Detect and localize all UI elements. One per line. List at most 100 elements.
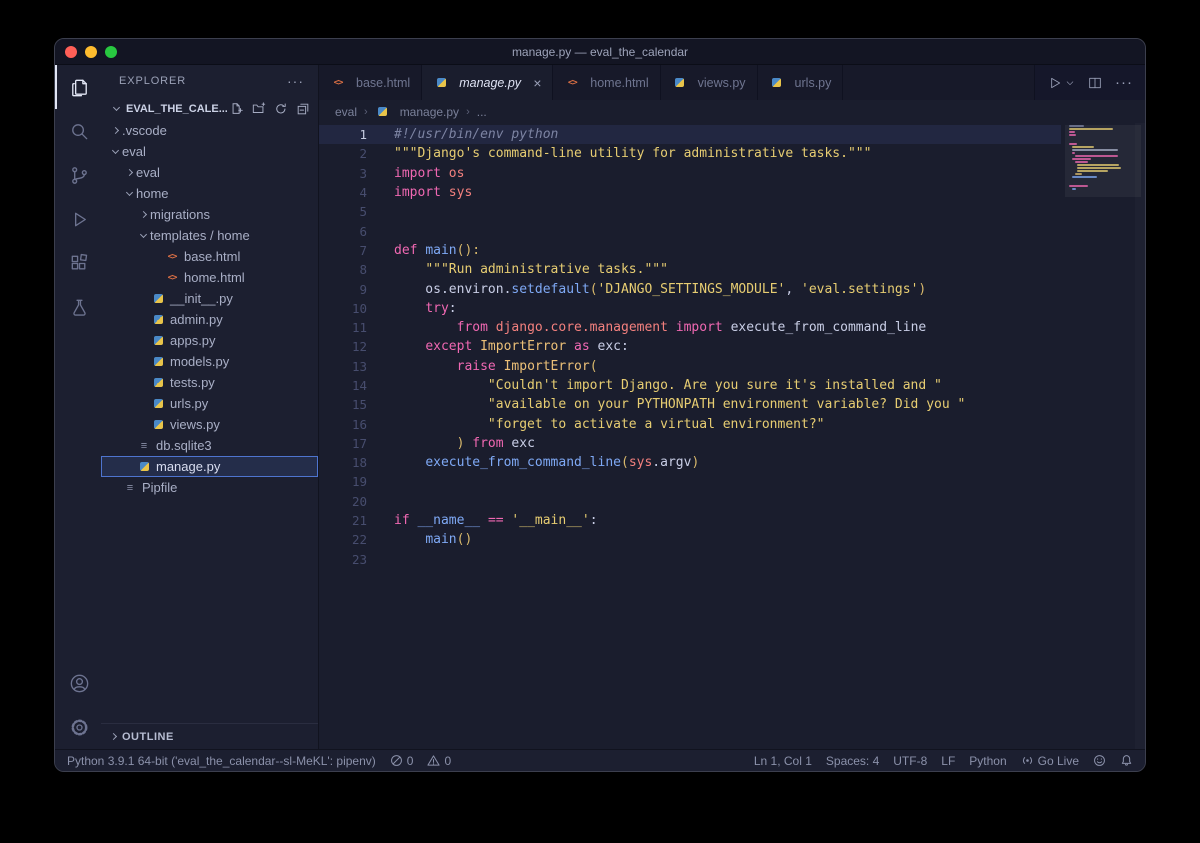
tree-item-eval[interactable]: eval bbox=[101, 141, 318, 162]
zoom-window-button[interactable] bbox=[105, 46, 117, 58]
explorer-icon[interactable] bbox=[55, 65, 101, 109]
extensions-icon[interactable] bbox=[55, 241, 101, 285]
tree-item-label: migrations bbox=[150, 207, 210, 222]
minimap-line bbox=[1075, 173, 1082, 175]
code-line-20[interactable]: 20 bbox=[319, 492, 1061, 511]
code-line-3[interactable]: 3import os bbox=[319, 164, 1061, 183]
refresh-icon[interactable] bbox=[274, 102, 288, 116]
code-line-23[interactable]: 23 bbox=[319, 550, 1061, 569]
code-line-11[interactable]: 11 from django.core.management import ex… bbox=[319, 318, 1061, 337]
tree-item-templates-home[interactable]: templates / home bbox=[101, 225, 318, 246]
split-editor-icon[interactable] bbox=[1087, 75, 1103, 91]
status-feedback[interactable] bbox=[1093, 754, 1106, 767]
line-text: #!/usr/bin/env python bbox=[367, 127, 558, 142]
code-line-1[interactable]: 1#!/usr/bin/env python bbox=[319, 125, 1061, 144]
tree-item-manage-py[interactable]: manage.py bbox=[101, 456, 318, 477]
tree-item-tests-py[interactable]: tests.py bbox=[101, 372, 318, 393]
status-warning[interactable]: 0 bbox=[427, 754, 451, 768]
tree-item-apps-py[interactable]: apps.py bbox=[101, 330, 318, 351]
tab-base-html[interactable]: <>base.html bbox=[319, 65, 422, 100]
tree-item-admin-py[interactable]: admin.py bbox=[101, 309, 318, 330]
code-line-16[interactable]: 16 "forget to activate a virtual environ… bbox=[319, 414, 1061, 433]
html-file-icon: <> bbox=[164, 252, 180, 262]
new-folder-icon[interactable] bbox=[252, 102, 266, 116]
generic-file-icon: ≡ bbox=[122, 482, 138, 494]
tree-item--init-py[interactable]: __init__.py bbox=[101, 288, 318, 309]
tree-item-pipfile[interactable]: ≡Pipfile bbox=[101, 477, 318, 498]
code-editor[interactable]: 1#!/usr/bin/env python2"""Django's comma… bbox=[319, 123, 1145, 749]
status-bell[interactable] bbox=[1120, 754, 1133, 767]
code-line-7[interactable]: 7def main(): bbox=[319, 241, 1061, 260]
code-line-6[interactable]: 6 bbox=[319, 221, 1061, 240]
breadcrumb-label: eval bbox=[335, 105, 357, 119]
code-line-12[interactable]: 12 except ImportError as exc: bbox=[319, 337, 1061, 356]
new-file-icon[interactable] bbox=[230, 102, 244, 116]
line-text: os.environ.setdefault('DJANGO_SETTINGS_M… bbox=[367, 282, 926, 297]
code-line-21[interactable]: 21if __name__ == '__main__': bbox=[319, 511, 1061, 530]
minimap-line bbox=[1072, 176, 1097, 178]
minimize-window-button[interactable] bbox=[85, 46, 97, 58]
code-line-13[interactable]: 13 raise ImportError( bbox=[319, 357, 1061, 376]
code-line-8[interactable]: 8 """Run administrative tasks.""" bbox=[319, 260, 1061, 279]
outline-section[interactable]: OUTLINE bbox=[101, 723, 318, 749]
tree-item-home-html[interactable]: <>home.html bbox=[101, 267, 318, 288]
code-line-2[interactable]: 2"""Django's command-line utility for ad… bbox=[319, 144, 1061, 163]
workspace-name: EVAL_THE_CALE... bbox=[126, 103, 227, 115]
workspace-section-header[interactable]: EVAL_THE_CALE... bbox=[101, 97, 318, 120]
breadcrumb-item[interactable]: ... bbox=[477, 105, 487, 119]
status-python[interactable]: Python bbox=[969, 754, 1006, 768]
run-python-file-button[interactable] bbox=[1047, 75, 1075, 91]
settings-gear-icon[interactable] bbox=[55, 705, 101, 749]
account-icon[interactable] bbox=[55, 661, 101, 705]
tab-urls-py[interactable]: urls.py bbox=[758, 65, 844, 100]
status-error[interactable]: 0 bbox=[390, 754, 414, 768]
line-number: 6 bbox=[319, 224, 367, 239]
code-line-15[interactable]: 15 "available on your PYTHONPATH environ… bbox=[319, 395, 1061, 414]
code-line-22[interactable]: 22 main() bbox=[319, 530, 1061, 549]
code-line-14[interactable]: 14 "Couldn't import Django. Are you sure… bbox=[319, 376, 1061, 395]
tab-manage-py[interactable]: manage.py× bbox=[422, 65, 553, 100]
explorer-more-actions[interactable]: ··· bbox=[287, 73, 304, 89]
status-lf[interactable]: LF bbox=[941, 754, 955, 768]
close-tab-icon[interactable]: × bbox=[533, 76, 541, 90]
testing-beaker-icon[interactable] bbox=[55, 285, 101, 329]
editor-scrollbar[interactable] bbox=[1135, 123, 1145, 749]
tree-item-eval[interactable]: eval bbox=[101, 162, 318, 183]
search-icon[interactable] bbox=[55, 109, 101, 153]
tree-item-migrations[interactable]: migrations bbox=[101, 204, 318, 225]
status-broadcast[interactable]: Go Live bbox=[1021, 754, 1079, 768]
close-window-button[interactable] bbox=[65, 46, 77, 58]
code-line-5[interactable]: 5 bbox=[319, 202, 1061, 221]
tree-item-views-py[interactable]: views.py bbox=[101, 414, 318, 435]
tab-views-py[interactable]: views.py bbox=[661, 65, 758, 100]
run-debug-icon[interactable] bbox=[55, 197, 101, 241]
tree-item-home[interactable]: home bbox=[101, 183, 318, 204]
status-ln[interactable]: Ln 1, Col 1 bbox=[754, 754, 812, 768]
more-actions-icon[interactable]: ··· bbox=[1115, 74, 1133, 91]
code-line-18[interactable]: 18 execute_from_command_line(sys.argv) bbox=[319, 453, 1061, 472]
tree-item-db-sqlite3[interactable]: ≡db.sqlite3 bbox=[101, 435, 318, 456]
tree-item-urls-py[interactable]: urls.py bbox=[101, 393, 318, 414]
minimap-line bbox=[1077, 164, 1119, 166]
code-line-9[interactable]: 9 os.environ.setdefault('DJANGO_SETTINGS… bbox=[319, 279, 1061, 298]
tab-home-html[interactable]: <>home.html bbox=[553, 65, 660, 100]
status-python[interactable]: Python 3.9.1 64-bit ('eval_the_calendar-… bbox=[67, 754, 376, 768]
tree-item-base-html[interactable]: <>base.html bbox=[101, 246, 318, 267]
code-line-17[interactable]: 17 ) from exc bbox=[319, 434, 1061, 453]
tree-item--vscode[interactable]: .vscode bbox=[101, 120, 318, 141]
python-file-icon bbox=[772, 78, 781, 87]
code-line-10[interactable]: 10 try: bbox=[319, 299, 1061, 318]
status-utf-8[interactable]: UTF-8 bbox=[893, 754, 927, 768]
collapse-all-icon[interactable] bbox=[296, 102, 310, 116]
line-number: 20 bbox=[319, 494, 367, 509]
minimap[interactable] bbox=[1069, 125, 1131, 194]
source-control-icon[interactable] bbox=[55, 153, 101, 197]
breadcrumb-item[interactable]: manage.py bbox=[375, 105, 459, 119]
status-spaces-[interactable]: Spaces: 4 bbox=[826, 754, 879, 768]
tree-item-models-py[interactable]: models.py bbox=[101, 351, 318, 372]
tree-item-label: urls.py bbox=[170, 396, 208, 411]
code-line-19[interactable]: 19 bbox=[319, 472, 1061, 491]
html-file-icon: <> bbox=[164, 273, 180, 283]
breadcrumb-item[interactable]: eval bbox=[335, 105, 357, 119]
code-line-4[interactable]: 4import sys bbox=[319, 183, 1061, 202]
